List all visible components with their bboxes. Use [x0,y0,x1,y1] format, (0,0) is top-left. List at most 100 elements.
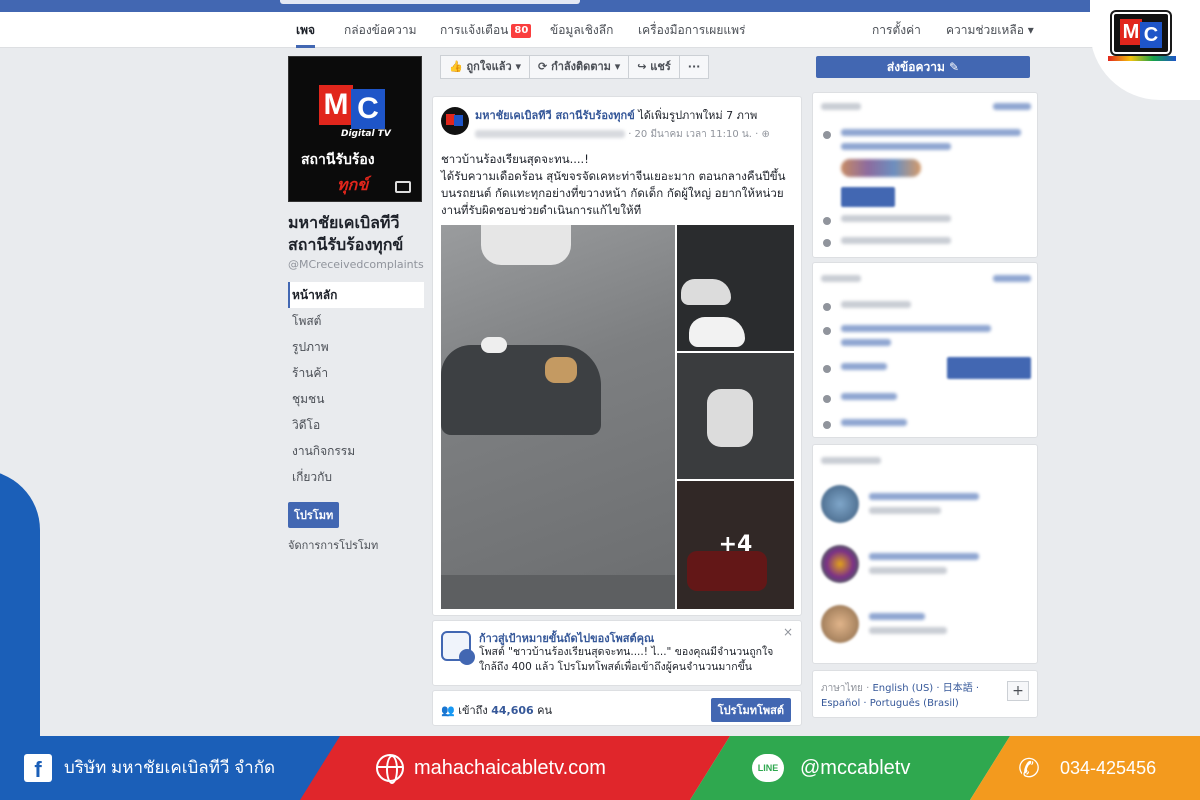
blurred-icon [823,395,831,403]
blurred-line[interactable] [869,553,979,560]
blurred-icon [823,365,831,373]
blurred-line [841,325,991,332]
blurred-button[interactable] [947,357,1031,379]
manage-promotions-link[interactable]: จัดการการโปรโมท [288,536,424,554]
nav-item-photos[interactable]: รูปภาพ [288,334,424,360]
blurred-icon [823,239,831,247]
post-photo-2[interactable] [677,225,794,351]
nav-item-posts[interactable]: โพสต์ [288,308,424,334]
post-photo-4[interactable]: +4 [677,481,794,609]
line-icon: LINE [752,754,784,782]
reach-text: 👥 เข้าถึง 44,606 คน [441,701,552,719]
settings-link[interactable]: การตั้งค่า [872,12,921,48]
nav-item-community[interactable]: ชุมชน [288,386,424,412]
following-button[interactable]: ⟳ กำลังติดตาม ▾ [529,55,630,79]
tab-page[interactable]: เพจ [296,12,316,48]
website-text[interactable]: mahachaicabletv.com [414,736,606,800]
post-text: ชาวบ้านร้องเรียนสุดจะทน....! ได้รับความเ… [441,151,797,219]
left-nav: หน้าหลัก โพสต์ รูปภาพ ร้านค้า ชุมชน วิดี… [288,282,424,490]
blurred-line [869,507,941,514]
liked-button[interactable]: 👍 ถูกใจแล้ว ▾ [440,55,531,79]
nav-item-videos[interactable]: วิดีโอ [288,412,424,438]
camera-icon[interactable] [395,181,411,193]
line-id-text[interactable]: @mccabletv [800,736,910,800]
photo-dark-car [441,345,601,435]
blurred-line [841,419,907,426]
more-photos-overlay[interactable]: +4 [677,481,794,609]
nav-item-about[interactable]: เกี่ยวกับ [288,464,424,490]
decorative-arc [0,470,40,770]
blurred-heading [821,457,881,464]
blurred-line[interactable] [869,613,925,620]
photo-dog-white [481,337,507,353]
blurred-line [841,393,897,400]
blurred-icon [823,303,831,311]
reach-bar: 👥 เข้าถึง 44,606 คน โปรโมทโพสต์ [432,690,802,726]
post-page-name[interactable]: มหาชัยเคเบิลทีวี สถานีรับร้องทุกข์ [475,109,635,122]
close-icon[interactable]: × [783,625,793,639]
promote-button[interactable]: โปรโมท [288,502,340,528]
promote-chart-icon [441,631,475,665]
contact-banner: f บริษัท มหาชัยเคเบิลทีวี จำกัด mahachai… [0,736,1200,800]
blurred-heading [821,103,861,110]
photo-car [681,279,731,305]
phone-number-text[interactable]: 034-425456 [1060,736,1156,800]
language-list: ภาษาไทย · English (US) · 日本語 · Español ·… [821,681,1001,711]
blurred-icon [823,327,831,335]
nav-item-events[interactable]: งานกิจกรรม [288,438,424,464]
tv-icon: M C [1112,12,1170,54]
more-button[interactable]: ··· [678,55,710,79]
share-button[interactable]: ↪ แชร์ [628,55,680,79]
blurred-line [841,129,1021,136]
tab-publishing-tools[interactable]: เครื่องมือการเผยแพร่ [638,12,745,48]
tab-inbox[interactable]: กล่องข้อความ [344,12,417,48]
left-column: M C Digital TV สถานีรับร้อง ทุกข์ มหาชัย… [288,56,424,554]
profile-logo-subtitle: Digital TV [341,129,391,139]
page-actions: 👍 ถูกใจแล้ว ▾ ⟳ กำลังติดตาม ▾ ↪ แชร์ ··· [440,55,710,79]
page-handle[interactable]: @MCreceivedcomplaints [288,258,424,272]
help-dropdown[interactable]: ความช่วยเหลือ ▾ [946,12,1034,48]
blurred-icon [823,217,831,225]
about-card [812,262,1038,438]
post-avatar[interactable] [441,107,469,135]
community-card [812,92,1038,258]
phone-icon: ✆ [1018,754,1040,784]
blurred-avatars [841,159,921,177]
photo-white-car [481,225,571,265]
logo-letter-c: C [1140,22,1162,48]
post-text-headline: ชาวบ้านร้องเรียนสุดจะทน....! [441,152,589,166]
profile-logo-m: M [319,85,353,125]
related-page-thumbnail[interactable] [821,485,859,523]
blurred-button[interactable] [841,187,895,207]
add-language-button[interactable]: + [1007,681,1029,701]
page-title[interactable]: มหาชัยเคเบิลทีวี สถานีรับร้องทุกข์ [288,212,424,256]
related-page-thumbnail[interactable] [821,545,859,583]
tab-insights[interactable]: ข้อมูลเชิงลึก [550,12,613,48]
facebook-icon: f [24,754,52,782]
profile-logo-text-red: ทุกข์ [337,175,369,194]
profile-logo-c: C [351,89,385,129]
blurred-line [841,301,911,308]
photo-car [689,317,745,347]
post-photo-grid: +4 [441,225,795,609]
blurred-line [841,363,887,370]
blurred-link[interactable] [993,275,1031,282]
blurred-link[interactable] [993,103,1031,110]
reach-count[interactable]: 44,606 [491,704,533,717]
nav-item-home[interactable]: หน้าหลัก [288,282,424,308]
related-page-thumbnail[interactable] [821,605,859,643]
tab-notifications-label: การแจ้งเตือน [440,23,509,37]
send-message-button[interactable]: ส่งข้อความ ✎ [816,56,1030,78]
boost-post-button[interactable]: โปรโมทโพสต์ [710,698,791,722]
blurred-line[interactable] [869,493,979,500]
photo-dog-brown [545,357,577,383]
post-photo-main[interactable] [441,225,675,609]
top-bar-search[interactable] [280,0,580,4]
nav-item-shop[interactable]: ร้านค้า [288,360,424,386]
profile-picture[interactable]: M C Digital TV สถานีรับร้อง ทุกข์ [288,56,422,202]
post-timestamp[interactable]: · 20 มีนาคม เวลา 11:10 น. · ⊕ [628,129,770,140]
post-photo-3[interactable] [677,353,794,479]
post-header: มหาชัยเคเบิลทีวี สถานีรับร้องทุกข์ ได้เพ… [475,109,795,123]
tab-notifications[interactable]: การแจ้งเตือน 80 [440,12,532,48]
reach-prefix: เข้าถึง [458,704,488,717]
